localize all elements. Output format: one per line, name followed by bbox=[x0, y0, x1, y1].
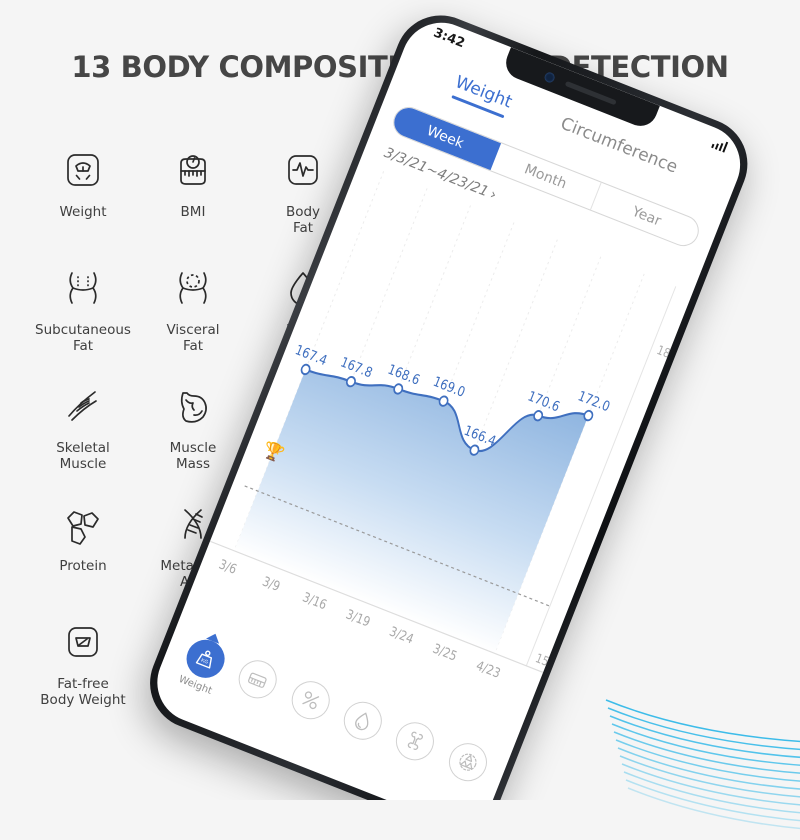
chart-point-label: 169.0 bbox=[431, 373, 468, 400]
metric-item-subcutaneous-fat: Subcutaneous Fat bbox=[28, 258, 138, 376]
nav-item-weight[interactable]: KG Weight bbox=[168, 631, 238, 700]
subcutaneous-fat-waist-icon bbox=[57, 262, 109, 314]
flexed-bicep-icon bbox=[167, 380, 219, 432]
metabolism-recycle-icon bbox=[443, 737, 493, 787]
chart-x-tick: 3/24 bbox=[387, 624, 416, 647]
bmi-scale-icon bbox=[167, 144, 219, 196]
fat-free-scale-icon bbox=[57, 616, 109, 668]
metric-label: Protein bbox=[59, 558, 107, 574]
protein-molecule-icon bbox=[57, 498, 109, 550]
metric-label: Subcutaneous Fat bbox=[35, 322, 131, 354]
water-drop-icon bbox=[338, 696, 388, 746]
chart-point-label: 170.6 bbox=[526, 387, 563, 414]
metric-item-bmi: BMI bbox=[138, 140, 248, 258]
metric-label: Weight bbox=[59, 204, 107, 220]
chart-x-tick: 4/23 bbox=[474, 658, 503, 681]
nav-item-metabolism-recycle[interactable] bbox=[436, 734, 500, 789]
metric-item-fat-free-body-weight: Fat-free Body Weight bbox=[28, 612, 138, 730]
range-segment-year[interactable]: Year bbox=[591, 183, 702, 249]
metric-item-protein: Protein bbox=[28, 494, 138, 612]
chart-point-label: 167.8 bbox=[338, 353, 375, 380]
chart-point-label: 172.0 bbox=[576, 387, 613, 414]
chart-x-tick: 3/16 bbox=[300, 589, 329, 612]
chart-x-tick: 3/6 bbox=[217, 557, 239, 578]
metric-label: Visceral Fat bbox=[166, 322, 220, 354]
body-fat-pulse-icon bbox=[277, 144, 329, 196]
metric-label: Skeletal Muscle bbox=[56, 440, 110, 472]
chart-point-label: 167.4 bbox=[293, 341, 330, 368]
range-segment-month[interactable]: Month bbox=[490, 143, 602, 210]
status-time: 3:42 bbox=[431, 25, 468, 51]
decorative-arc-right bbox=[605, 699, 800, 830]
metric-item-visceral-fat: Visceral Fat bbox=[138, 258, 248, 376]
chart-area-fill bbox=[234, 369, 589, 654]
chart-x-tick: 3/19 bbox=[344, 607, 373, 630]
metric-item-skeletal-muscle: Skeletal Muscle bbox=[28, 376, 138, 494]
bone-icon bbox=[390, 716, 441, 767]
visceral-fat-waist-icon bbox=[167, 262, 219, 314]
chart-x-tick: 3/9 bbox=[260, 574, 282, 595]
metric-item-weight: Weight bbox=[28, 140, 138, 258]
bathroom-scale-icon bbox=[57, 144, 109, 196]
metric-label: Body Fat bbox=[285, 204, 321, 236]
metric-label: Fat-free Body Weight bbox=[40, 676, 126, 708]
metric-label: BMI bbox=[180, 204, 206, 220]
chart-point-label: 168.6 bbox=[386, 361, 423, 388]
metric-label: Muscle Mass bbox=[169, 440, 217, 472]
bmi-scale-icon bbox=[233, 654, 283, 705]
percent-body-fat-icon bbox=[285, 675, 336, 725]
skeletal-muscle-icon bbox=[57, 380, 109, 432]
signal-bars-icon bbox=[710, 137, 729, 153]
tab-weight[interactable]: Weight bbox=[450, 72, 514, 119]
chart-x-tick: 3/25 bbox=[431, 641, 460, 664]
